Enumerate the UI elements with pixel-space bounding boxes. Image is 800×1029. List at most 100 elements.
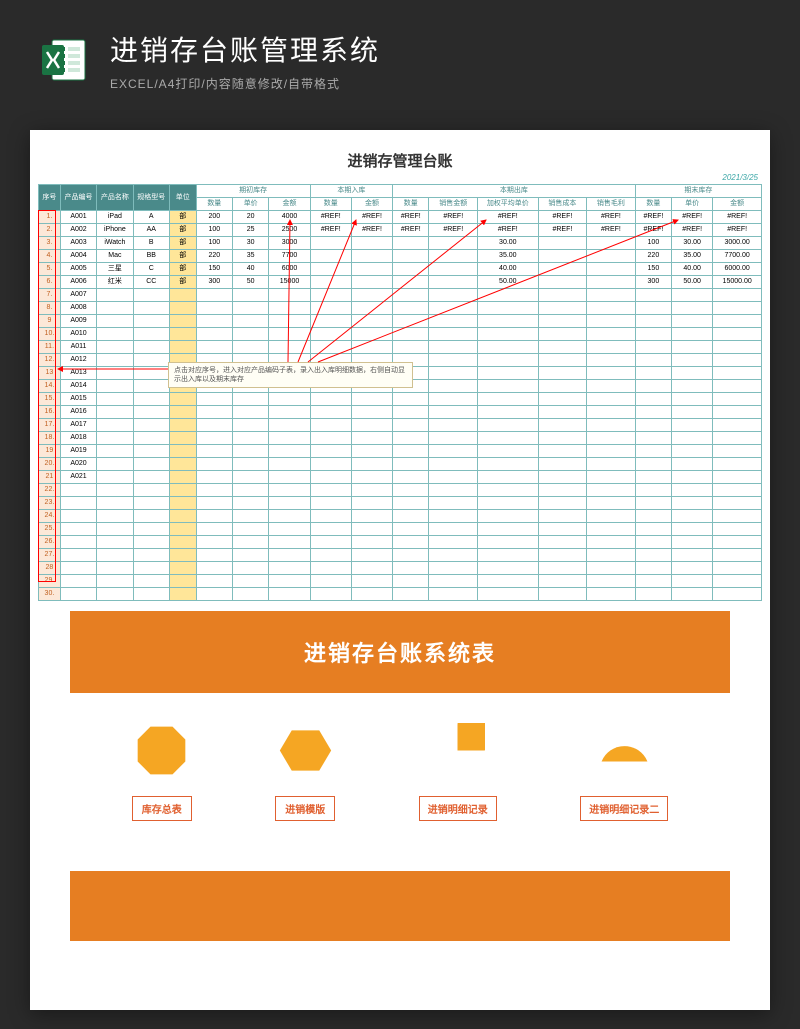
cell[interactable]: A005 [60,263,96,276]
row-seq[interactable]: 18. [39,432,61,445]
cell[interactable] [97,575,133,588]
cell[interactable] [672,289,713,302]
cell[interactable]: 3000.00 [713,237,762,250]
cell[interactable] [635,471,671,484]
cell[interactable] [196,393,232,406]
cell[interactable]: 30.00 [672,237,713,250]
cell[interactable] [587,445,636,458]
cell[interactable] [635,419,671,432]
cell[interactable] [97,536,133,549]
cell[interactable] [587,367,636,380]
cell[interactable] [429,328,478,341]
cell[interactable] [97,497,133,510]
cell[interactable] [393,250,429,263]
cell[interactable] [429,523,478,536]
cell[interactable] [60,536,96,549]
cell[interactable] [672,471,713,484]
cell[interactable]: A020 [60,458,96,471]
cell[interactable] [269,432,310,445]
cell[interactable] [672,354,713,367]
cell[interactable] [196,328,232,341]
cell[interactable]: 220 [635,250,671,263]
cell[interactable]: 4000 [269,211,310,224]
cell[interactable] [60,575,96,588]
cell[interactable] [169,458,196,471]
cell[interactable] [97,510,133,523]
cell[interactable]: 40.00 [478,263,539,276]
cell[interactable] [478,419,539,432]
cell[interactable] [538,367,587,380]
cell[interactable] [393,315,429,328]
cell[interactable] [393,510,429,523]
cell[interactable] [538,575,587,588]
cell[interactable] [133,328,169,341]
cell[interactable] [133,536,169,549]
cell[interactable] [233,588,269,601]
cell[interactable] [429,458,478,471]
cell[interactable] [196,471,232,484]
cell[interactable] [196,419,232,432]
cell[interactable] [429,302,478,315]
cell[interactable]: A012 [60,354,96,367]
cell[interactable] [351,237,392,250]
cell[interactable] [97,471,133,484]
cell[interactable] [635,354,671,367]
row-seq[interactable]: 28 [39,562,61,575]
cell[interactable] [713,549,762,562]
row-seq[interactable]: 4. [39,250,61,263]
row-seq[interactable]: 26. [39,536,61,549]
cell[interactable] [538,393,587,406]
cell[interactable]: 三星 [97,263,133,276]
cell[interactable] [587,341,636,354]
cell[interactable] [713,510,762,523]
cell[interactable] [538,276,587,289]
cell[interactable] [587,406,636,419]
cell[interactable] [713,341,762,354]
cell[interactable]: A014 [60,380,96,393]
cell[interactable]: #REF! [351,224,392,237]
cell[interactable] [169,588,196,601]
cell[interactable] [351,328,392,341]
cell[interactable] [133,393,169,406]
row-seq[interactable]: 13 [39,367,61,380]
cell[interactable] [478,367,539,380]
cell[interactable]: iWatch [97,237,133,250]
cell[interactable] [133,484,169,497]
cell[interactable] [713,354,762,367]
cell[interactable] [538,328,587,341]
cell[interactable] [587,575,636,588]
cell[interactable]: CC [133,276,169,289]
cell[interactable] [393,497,429,510]
cell[interactable] [538,341,587,354]
cell[interactable] [635,341,671,354]
cell[interactable] [713,562,762,575]
cell[interactable]: iPad [97,211,133,224]
cell[interactable] [233,523,269,536]
cell[interactable]: A017 [60,419,96,432]
cell[interactable] [60,523,96,536]
cell[interactable] [133,471,169,484]
cell[interactable] [429,484,478,497]
cell[interactable]: 100 [196,237,232,250]
cell[interactable] [97,432,133,445]
cell[interactable] [269,536,310,549]
cell[interactable] [60,510,96,523]
cell[interactable] [393,393,429,406]
cell[interactable] [713,315,762,328]
cell[interactable] [587,432,636,445]
cell[interactable] [478,523,539,536]
cell[interactable] [672,523,713,536]
row-seq[interactable]: 19 [39,445,61,458]
cell[interactable] [310,289,351,302]
cell[interactable] [478,549,539,562]
nav-item-detail1[interactable]: 进销明细记录 [419,723,497,821]
cell[interactable] [478,471,539,484]
cell[interactable]: #REF! [393,211,429,224]
cell[interactable]: #REF! [635,224,671,237]
nav-item-inventory[interactable]: 库存总表 [132,723,192,821]
cell[interactable] [429,432,478,445]
cell[interactable] [538,432,587,445]
cell[interactable] [587,380,636,393]
cell[interactable] [713,328,762,341]
cell[interactable] [269,406,310,419]
